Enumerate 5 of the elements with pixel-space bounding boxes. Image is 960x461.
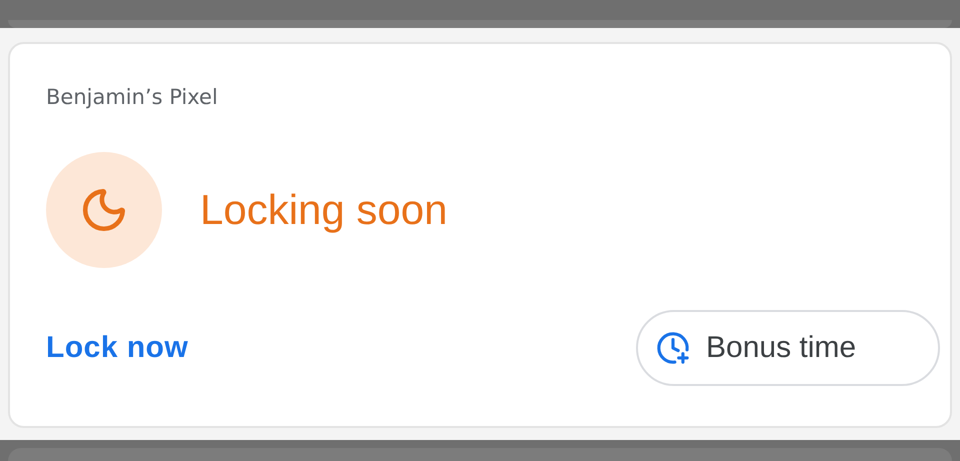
clock-plus-icon: [656, 331, 690, 365]
bonus-time-button[interactable]: Bonus time: [636, 310, 940, 386]
lock-now-link[interactable]: Lock now: [46, 331, 188, 365]
status-text: Locking soon: [200, 186, 448, 234]
device-name: Benjamin’s Pixel: [46, 84, 218, 111]
